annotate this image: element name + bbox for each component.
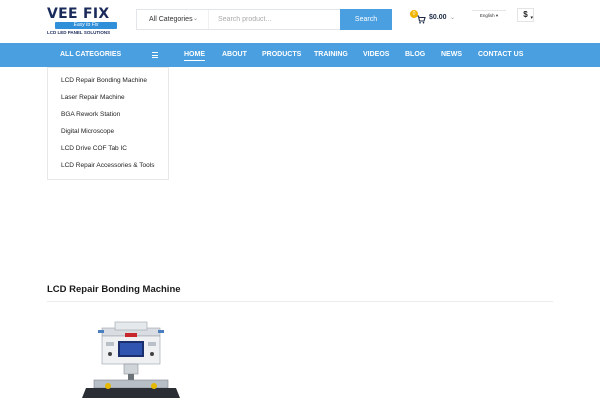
logo-tagline: LCD LED PANEL SOLUTIONS	[47, 30, 111, 35]
category-menu: LCD Repair Bonding Machine Laser Repair …	[47, 67, 169, 180]
category-item[interactable]: Digital Microscope	[61, 128, 114, 135]
nav-item-contact[interactable]: CONTACT US	[478, 43, 523, 67]
currency-symbol: $	[523, 10, 528, 19]
nav-item-news[interactable]: NEWS	[441, 43, 462, 67]
cart-count-badge: 0	[410, 10, 418, 18]
category-item[interactable]: LCD Repair Accessories & Tools	[61, 162, 154, 169]
category-item[interactable]: BGA Rework Station	[61, 111, 120, 118]
chevron-down-icon: ▾	[530, 15, 533, 21]
all-categories-label: ALL CATEGORIES	[60, 51, 122, 58]
section-divider	[47, 301, 553, 302]
nav-item-home[interactable]: HOME	[184, 43, 205, 67]
logo-brand: VEE FIX	[47, 6, 110, 22]
logo-strip: Easy to Fix	[55, 22, 117, 29]
search-button[interactable]: Search	[340, 9, 392, 30]
search-bar: All Categories ⌄ Search	[136, 9, 392, 30]
chevron-down-icon: ⌄	[192, 16, 198, 22]
site-logo[interactable]: VEE FIX Easy to Fix LCD LED PANEL SOLUTI…	[47, 7, 119, 35]
language-select[interactable]: English ▾	[472, 10, 506, 20]
category-select-label: All Categories	[149, 16, 193, 23]
product-image[interactable]	[80, 318, 185, 400]
currency-select[interactable]: $ ▾	[517, 8, 534, 22]
site-header: VEE FIX Easy to Fix LCD LED PANEL SOLUTI…	[0, 0, 600, 43]
nav-item-videos[interactable]: VIDEOS	[363, 43, 389, 67]
nav-item-products[interactable]: PRODUCTS	[262, 43, 301, 67]
category-select[interactable]: All Categories ⌄	[137, 10, 209, 29]
chevron-down-icon: ⌄	[450, 15, 456, 21]
search-input[interactable]	[210, 11, 338, 28]
nav-item-about[interactable]: ABOUT	[222, 43, 247, 67]
section-title: LCD Repair Bonding Machine	[47, 284, 181, 295]
menu-icon	[152, 52, 158, 58]
category-item[interactable]: Laser Repair Machine	[61, 94, 125, 101]
category-item[interactable]: LCD Repair Bonding Machine	[61, 77, 147, 84]
all-categories-button[interactable]: ALL CATEGORIES	[47, 43, 168, 67]
cart-total: $0.00	[429, 14, 447, 21]
category-item[interactable]: LCD Drive COF Tab IC	[61, 145, 127, 152]
nav-item-training[interactable]: TRAINING	[314, 43, 348, 67]
nav-item-blog[interactable]: BLOG	[405, 43, 425, 67]
main-nav: ALL CATEGORIES HOME ABOUT PRODUCTS TRAIN…	[0, 43, 600, 67]
